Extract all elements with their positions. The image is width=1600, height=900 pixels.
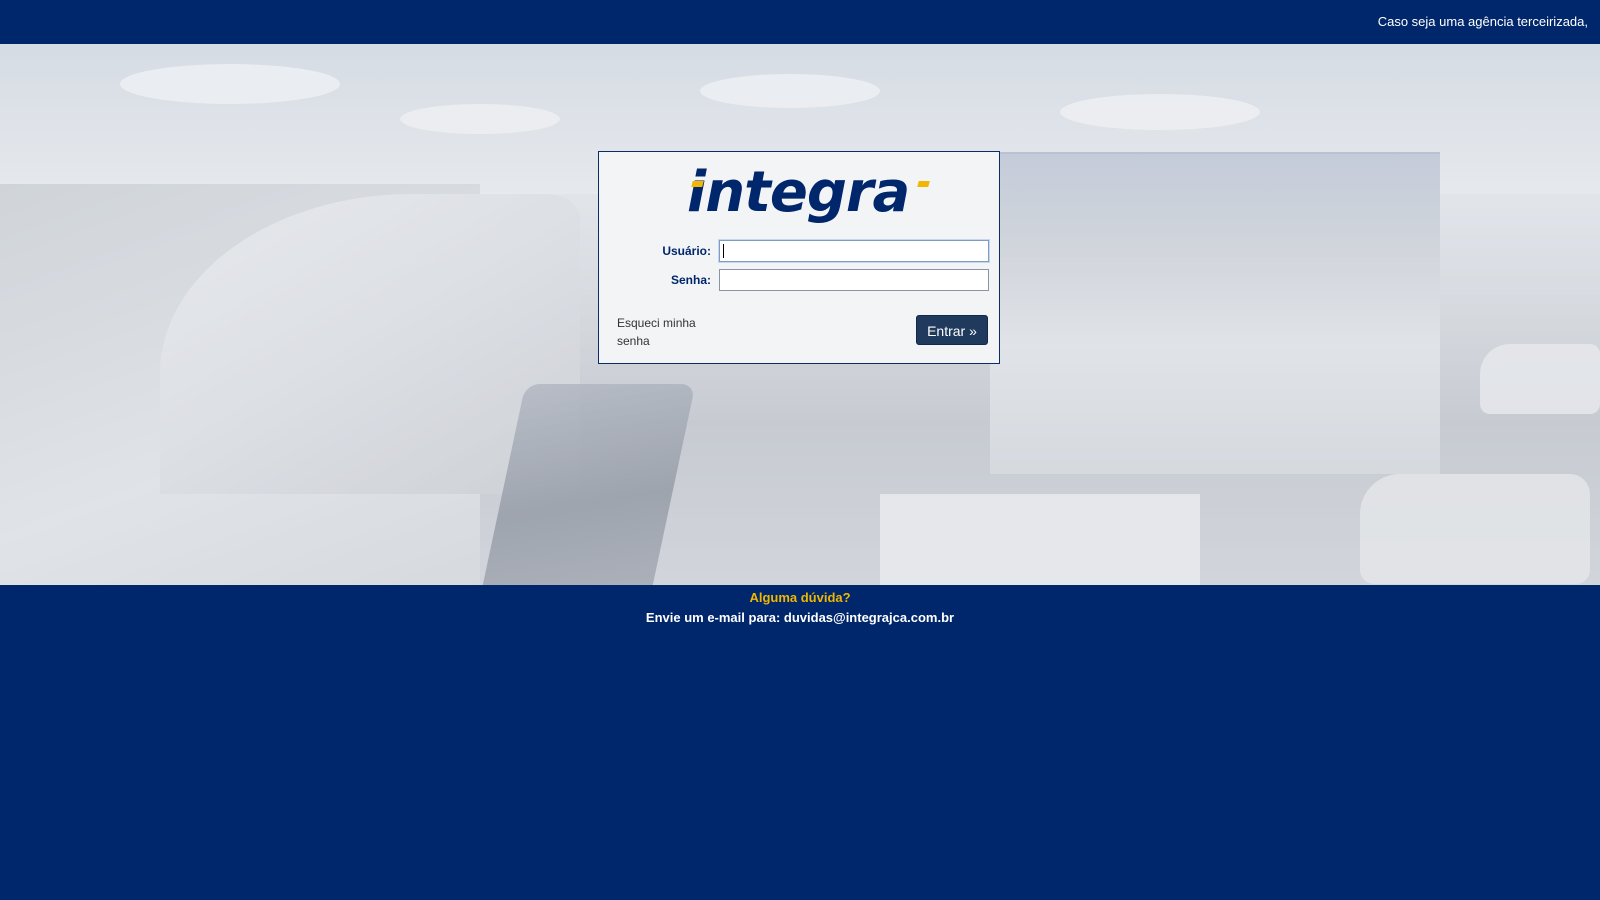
- username-label: Usuário:: [662, 244, 711, 258]
- password-label: Senha:: [670, 273, 711, 287]
- login-button[interactable]: Entrar »: [916, 315, 988, 345]
- login-panel: integra Usuário: Senha: Esqueci minha se…: [598, 151, 1000, 364]
- text-caret: [723, 244, 724, 258]
- integra-logo: integra: [687, 160, 930, 234]
- forgot-password-link[interactable]: Esqueci minha senha: [617, 314, 717, 350]
- logo-wordmark: integra: [687, 160, 910, 225]
- help-email-text: Envie um e-mail para: duvidas@integrajca…: [645, 610, 955, 625]
- username-input[interactable]: [719, 240, 989, 262]
- help-section: Alguma dúvida? Envie um e-mail para: duv…: [0, 585, 1600, 625]
- password-row: Senha:: [599, 269, 1001, 293]
- top-bar: Caso seja uma agência terceirizada,: [0, 0, 1600, 44]
- username-row: Usuário:: [599, 240, 1001, 264]
- agency-notice-link[interactable]: Caso seja uma agência terceirizada,: [1378, 14, 1588, 29]
- logo-accent: [917, 181, 930, 187]
- help-question: Alguma dúvida?: [749, 590, 851, 605]
- logo-accent: [691, 181, 704, 187]
- password-input[interactable]: [719, 269, 989, 291]
